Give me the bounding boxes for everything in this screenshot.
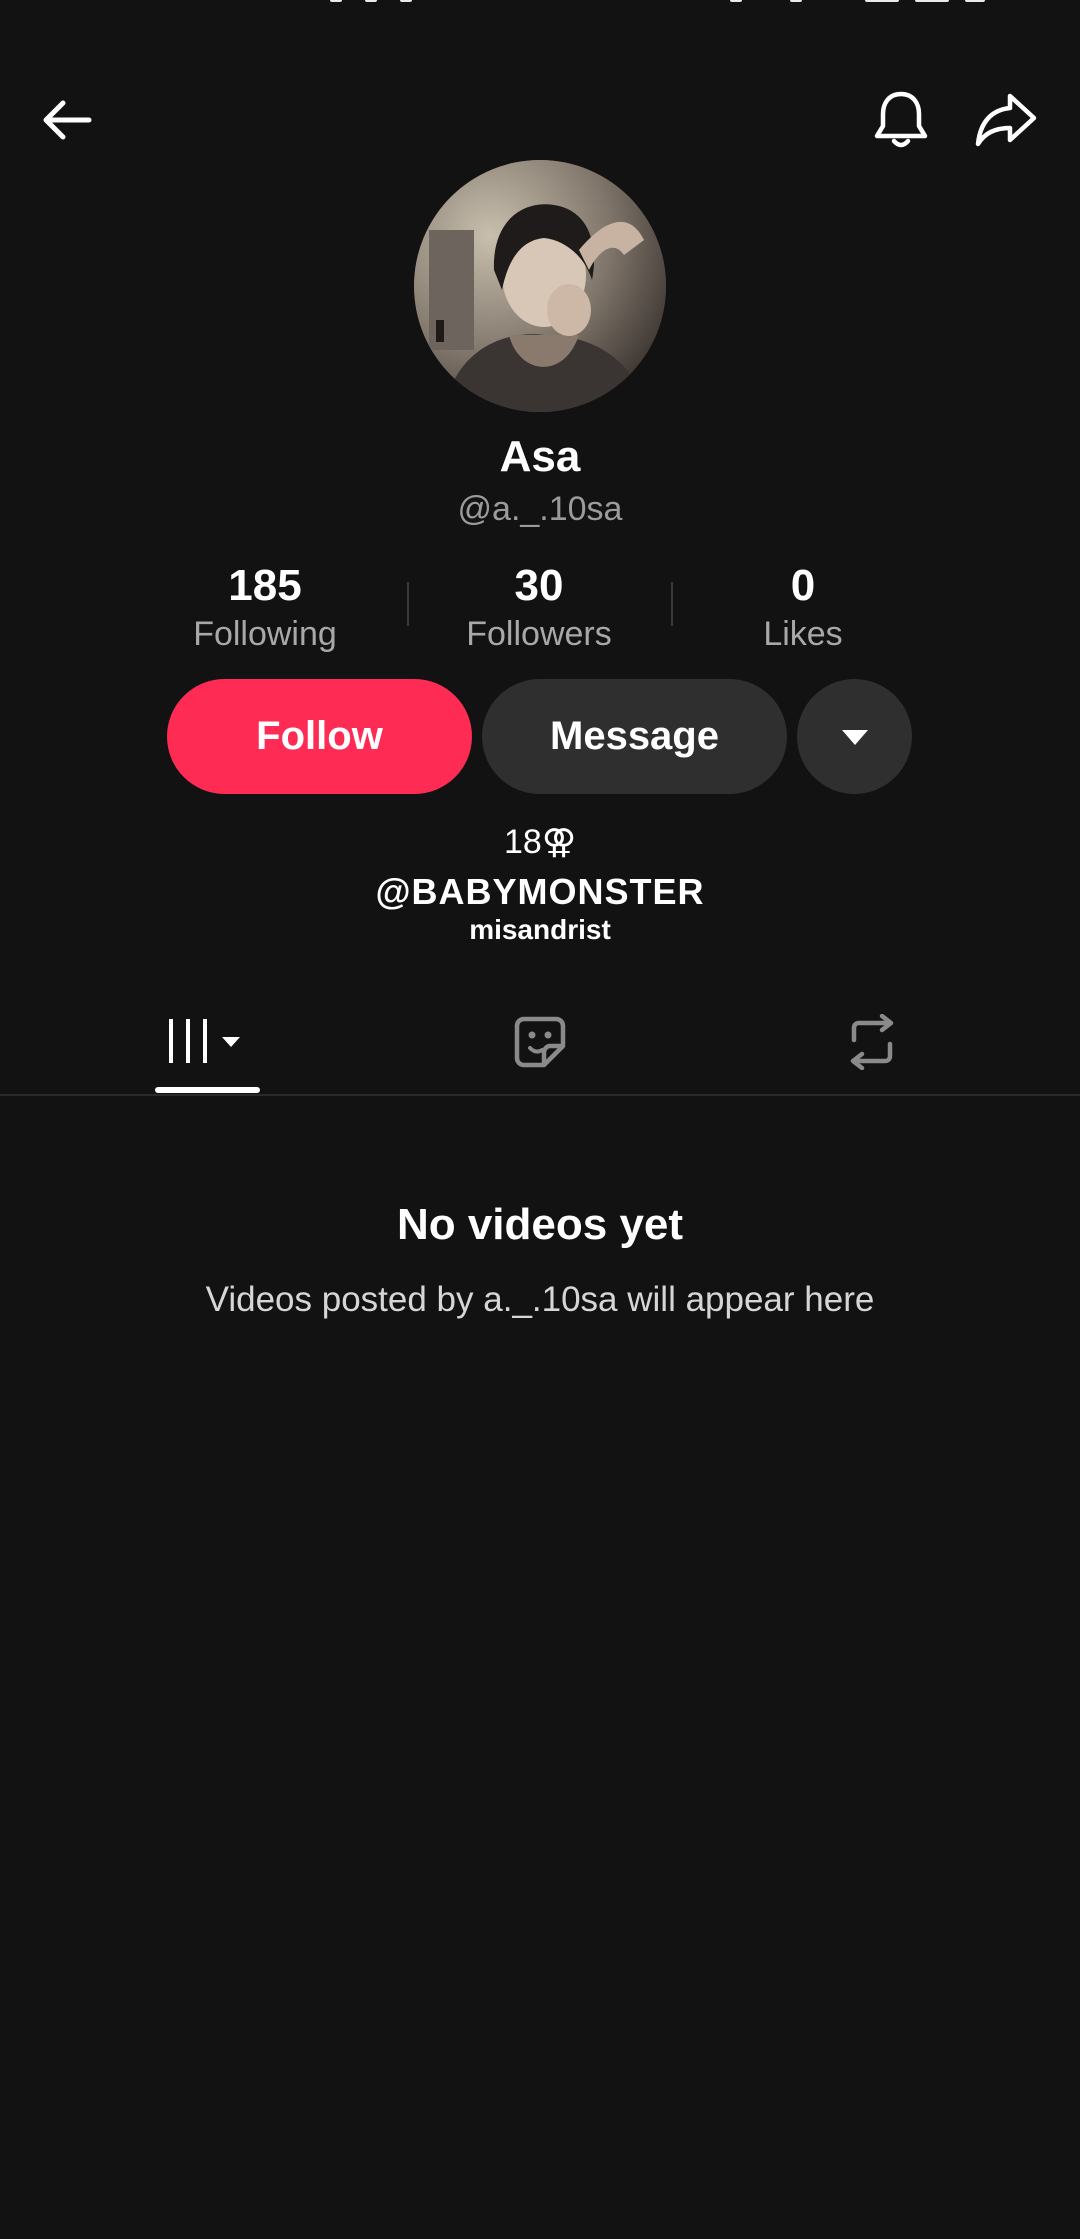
bio-mention-link[interactable]: @BABYMONSTER (0, 871, 1080, 913)
status-indicator (330, 0, 342, 2)
bio-line: misandrist (469, 914, 611, 945)
videos-grid-icon (169, 1019, 240, 1063)
stat-label: Likes (763, 615, 843, 653)
suggested-accounts-button[interactable] (797, 679, 912, 794)
tab-reposts[interactable] (772, 990, 972, 1094)
profile-photo (414, 160, 666, 412)
profile-stats: 185 Following 30 Followers 0 Likes (140, 560, 940, 670)
avatar[interactable] (414, 160, 666, 412)
empty-state-title: No videos yet (396, 1200, 684, 1249)
status-indicator (365, 0, 377, 2)
arrow-left-icon (43, 100, 92, 140)
stat-value: 30 (514, 561, 564, 610)
message-button[interactable]: Message (482, 679, 787, 794)
username-handle: @a._.10sa (457, 490, 623, 528)
bell-icon (874, 91, 928, 148)
stat-followers[interactable]: 30 Followers (414, 560, 664, 656)
top-bar (0, 80, 1080, 160)
stat-value: 185 (228, 561, 302, 610)
status-indicator (790, 0, 802, 2)
active-tab-indicator (155, 1087, 260, 1093)
sticker-icon (514, 1016, 566, 1068)
stat-likes[interactable]: 0 Likes (678, 560, 928, 656)
stat-following[interactable]: 185 Following (140, 560, 390, 656)
stat-divider (671, 582, 673, 626)
share-arrow-icon (975, 93, 1037, 147)
back-button[interactable] (27, 80, 107, 160)
share-button[interactable] (966, 80, 1046, 160)
status-indicator (400, 0, 412, 2)
status-indicator (730, 0, 742, 2)
empty-state-subtitle: Videos posted by a._.10sa will appear he… (205, 1280, 875, 1319)
wifi-icon (965, 0, 985, 2)
display-name: Asa (499, 432, 581, 481)
stat-divider (407, 582, 409, 626)
signal-icon (915, 0, 949, 2)
caret-down-icon (841, 729, 868, 745)
stat-label: Following (193, 615, 337, 653)
bio-line: 18⚢ (504, 823, 576, 861)
stat-value: 0 (790, 561, 816, 610)
follow-button[interactable]: Follow (167, 679, 472, 794)
notifications-button[interactable] (861, 80, 941, 160)
content-tabs (0, 990, 1080, 1096)
tab-videos[interactable] (107, 990, 307, 1094)
status-bar (0, 0, 1080, 6)
stat-label: Followers (466, 615, 612, 653)
tab-liked[interactable] (440, 990, 640, 1094)
battery-icon (865, 0, 899, 2)
repost-icon (850, 1014, 894, 1070)
